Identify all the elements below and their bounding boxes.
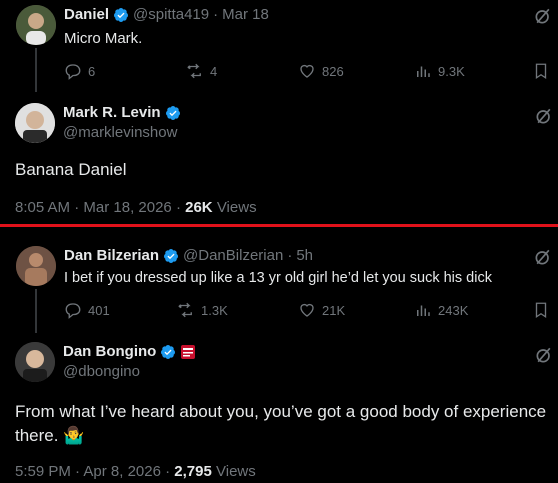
post-meta: 5:59 PM · Apr 8, 2026 · 2,795 Views: [15, 463, 256, 480]
author-handle[interactable]: @DanBilzerian: [183, 247, 283, 264]
repost-icon: [187, 63, 201, 79]
separator-dot: ·: [287, 247, 293, 264]
verified-badge-icon: [114, 7, 129, 22]
verified-badge-icon: [165, 105, 180, 120]
post-header: Dan Bongino: [63, 343, 196, 360]
views-label: Views: [216, 463, 256, 480]
views-button[interactable]: 243K: [414, 301, 468, 319]
reply-count: 6: [88, 63, 96, 79]
separator-dot: ·: [165, 463, 171, 480]
post-header: Mark R. Levin: [63, 104, 181, 121]
bookmark-icon[interactable]: [532, 301, 550, 319]
analytics-icon: [417, 66, 430, 77]
author-name[interactable]: Daniel: [64, 6, 109, 23]
separator-dot: ·: [74, 199, 80, 216]
avatar[interactable]: [15, 342, 55, 382]
author-name[interactable]: Mark R. Levin: [63, 104, 161, 121]
post-meta: 8:05 AM · Mar 18, 2026 · 26K Views: [15, 199, 257, 216]
like-count: 826: [322, 63, 344, 79]
bookmark-icon[interactable]: [532, 62, 550, 80]
views-label: Views: [216, 199, 257, 216]
author-name[interactable]: Dan Bongino: [63, 343, 156, 360]
view-count: 9.3K: [438, 63, 465, 79]
repost-button[interactable]: 4: [186, 62, 217, 80]
post-header: Daniel @spitta419 · Mar 18: [64, 6, 269, 23]
divider: [0, 224, 558, 227]
separator-dot: ·: [175, 199, 181, 216]
like-button[interactable]: 826: [298, 62, 344, 80]
post-header: Dan Bilzerian @DanBilzerian · 5h: [64, 247, 313, 264]
author-handle[interactable]: @dbongino: [63, 363, 140, 380]
verified-badge-icon: [164, 248, 179, 263]
post-text: Banana Daniel: [15, 160, 127, 179]
post-date[interactable]: 5h: [296, 247, 313, 264]
post-text: I bet if you dressed up like a 13 yr old…: [64, 270, 492, 286]
post-text-line: From what I’ve heard about you, you’ve g…: [15, 402, 547, 421]
views-button[interactable]: 9.3K: [414, 62, 465, 80]
avatar[interactable]: [16, 5, 56, 45]
reply-count: 401: [88, 302, 110, 318]
reply-button[interactable]: 401: [64, 301, 110, 319]
affiliate-badge-icon[interactable]: [180, 344, 196, 360]
view-count: 2,795: [174, 463, 212, 480]
post-date[interactable]: Mar 18, 2026: [83, 199, 171, 216]
reply-icon: [65, 64, 81, 80]
view-count: 26K: [185, 199, 213, 216]
avatar[interactable]: [15, 103, 55, 143]
analytics-icon: [417, 305, 430, 316]
post-date[interactable]: Mar 18: [222, 6, 269, 23]
grok-icon[interactable]: [534, 106, 554, 126]
post-text-line: there. 🤷‍♂️: [15, 424, 84, 448]
author-handle[interactable]: @marklevinshow: [63, 124, 177, 141]
repost-count: 4: [210, 63, 218, 79]
like-count: 21K: [322, 302, 346, 318]
author-handle[interactable]: @spitta419: [133, 6, 209, 23]
post-text: Micro Mark.: [64, 30, 143, 47]
avatar[interactable]: [16, 246, 56, 286]
thread-line: [35, 48, 37, 92]
grok-icon[interactable]: [534, 345, 554, 365]
separator-dot: ·: [213, 6, 219, 23]
author-name[interactable]: Dan Bilzerian: [64, 247, 159, 264]
reply-button[interactable]: 6: [64, 62, 95, 80]
heart-icon: [300, 303, 314, 317]
post-date[interactable]: Apr 8, 2026: [83, 463, 161, 480]
like-button[interactable]: 21K: [298, 301, 345, 319]
grok-icon[interactable]: [533, 6, 553, 26]
repost-button[interactable]: 1.3K: [177, 301, 228, 319]
view-count: 243K: [438, 302, 469, 318]
heart-icon: [300, 64, 314, 78]
post-text-end: there.: [15, 426, 59, 445]
reply-icon: [65, 303, 81, 319]
repost-count: 1.3K: [201, 302, 228, 318]
repost-icon: [178, 302, 192, 318]
post-time[interactable]: 5:59 PM: [15, 463, 71, 480]
shrug-emoji: 🤷‍♂️: [63, 426, 85, 445]
separator-dot: ·: [75, 463, 81, 480]
verified-badge-icon: [161, 344, 176, 359]
grok-icon[interactable]: [533, 247, 553, 267]
post-time[interactable]: 8:05 AM: [15, 199, 70, 216]
thread-line: [35, 289, 37, 333]
